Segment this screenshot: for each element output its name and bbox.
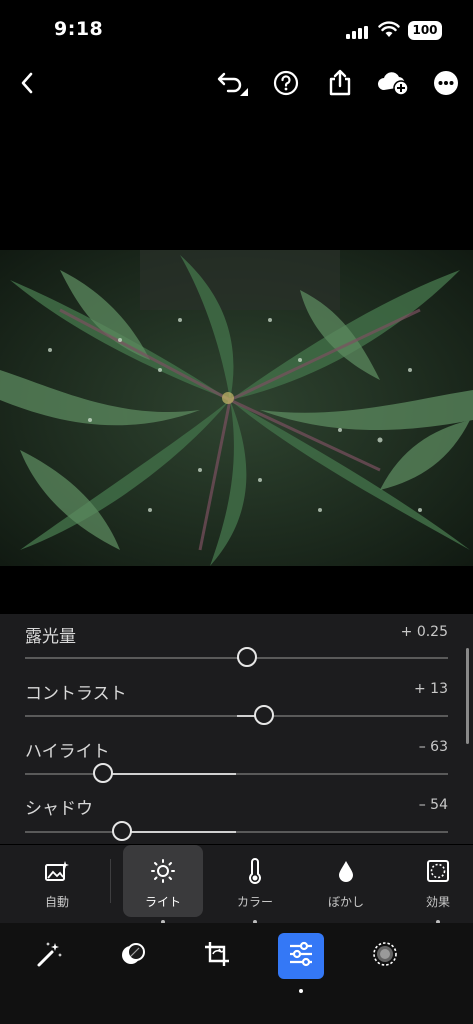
vignette-icon [426,859,450,883]
highlights-slider-track[interactable] [25,773,448,775]
tab-blur-label: ぼかし [327,895,364,909]
shadows-slider-fill [122,831,237,833]
exposure-label: 露光量 [25,627,76,647]
contrast-slider-knob[interactable] [253,705,274,725]
cellular-signal-icon [346,24,370,43]
drop-icon [337,859,355,883]
back-button[interactable] [12,70,42,100]
auto-image-icon [44,859,70,883]
adjust-button[interactable] [278,933,324,979]
highlights-value: – 63 [418,739,448,755]
tab-color-label: カラー [236,895,273,909]
magic-wand-icon [35,940,63,972]
share-icon [327,69,353,101]
question-circle-icon [273,70,299,100]
undo-button[interactable] [216,68,250,102]
tab-auto-label: 自動 [44,895,69,909]
crop-button[interactable] [194,933,240,979]
shadows-label: シャドウ [25,799,93,819]
undo-icon [216,68,250,102]
sun-icon [150,859,176,883]
masking-button[interactable] [110,933,156,979]
light-adjustment-panel: 露光量 + 0.25 コントラスト + 13 ハイライト – 63 シャドウ –… [0,614,473,844]
highlights-label: ハイライト [25,742,110,762]
tab-blur[interactable]: ぼかし [306,845,386,917]
auto-enhance-button[interactable] [26,933,72,979]
shadows-slider-track[interactable] [25,831,448,833]
tool-tabs: 自動 ライト カラー ぼかし 効果 [0,845,473,924]
photo-preview[interactable] [0,250,473,566]
cloud-add-icon [377,70,411,100]
more-button[interactable] [431,70,461,100]
chevron-left-icon [20,72,34,98]
more-icon [433,70,459,100]
cloud-add-button[interactable] [377,70,411,100]
highlights-slider-knob[interactable] [93,763,114,783]
status-time: 9:18 [54,18,104,40]
panel-scrollbar[interactable] [466,648,469,744]
shadows-slider-knob[interactable] [112,821,133,841]
wifi-icon [378,21,400,42]
help-button[interactable] [271,70,301,100]
thermometer-icon [247,858,263,884]
active-indicator-dot [299,989,303,993]
selective-icon [371,940,399,972]
tab-effects-label: 効果 [425,895,450,909]
shadows-value: – 54 [418,797,448,813]
share-button[interactable] [325,69,355,101]
crop-icon [203,940,231,972]
plant-photo [0,250,473,566]
tab-light[interactable]: ライト [123,845,203,917]
highlights-slider-fill [103,773,237,775]
tab-effects[interactable]: 効果 [398,845,473,917]
selective-edit-button[interactable] [362,933,408,979]
contrast-label: コントラスト [25,684,127,704]
mask-icon [119,940,147,972]
tab-divider [110,859,111,903]
exposure-slider-knob[interactable] [237,647,258,667]
tab-light-label: ライト [144,895,181,909]
adjust-sliders-icon [287,941,315,971]
bottom-toolbar [0,923,473,1024]
tab-color[interactable]: カラー [215,845,295,917]
exposure-value: + 0.25 [400,624,448,640]
tab-auto[interactable]: 自動 [17,845,97,917]
battery-indicator: 100 [408,21,442,40]
contrast-value: + 13 [414,681,448,697]
